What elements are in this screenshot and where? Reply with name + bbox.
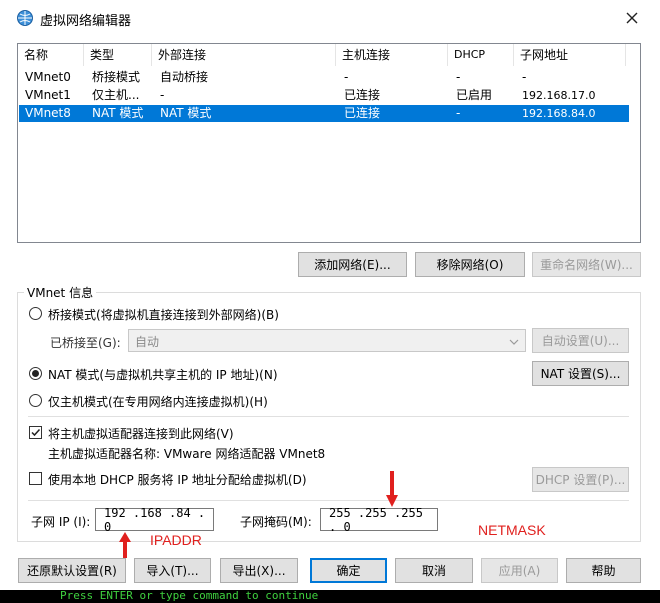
cell-external: 自动桥接 [160, 70, 209, 84]
cell-name: VMnet1 [25, 88, 71, 102]
cell-host: 已连接 [344, 106, 381, 120]
subnet-ip-field[interactable]: 192 .168 .84 . 0 [95, 506, 214, 534]
terminal-prompt: Press ENTER or type command to continue [60, 590, 319, 602]
add-network-button[interactable]: 添加网络(E)... [298, 252, 407, 277]
host-only-label[interactable]: 仅主机模式(在专用网络内连接虚拟机)(H) [48, 393, 268, 410]
subnet-mask-field[interactable]: 255 .255 .255 . 0 [320, 506, 438, 534]
cell-dhcp: - [456, 106, 461, 120]
cell-name: VMnet8 [25, 106, 71, 120]
restore-defaults-button[interactable]: 还原默认设置(R) [18, 558, 126, 583]
bridged-to-label: 已桥接至(G): [50, 336, 121, 350]
subnet-ip-label: 子网 IP (I): [31, 515, 91, 529]
dhcp-settings-button[interactable]: DHCP 设置(P)... [532, 467, 629, 492]
netmask-arrow [386, 471, 398, 507]
chevron-down-icon [509, 336, 519, 346]
subnet-mask-label: 子网掩码(M): [240, 515, 312, 529]
help-button[interactable]: 帮助 [566, 558, 641, 583]
cancel-button[interactable]: 取消 [395, 558, 473, 583]
cell-subnet: 192.168.17.0 [522, 89, 596, 102]
use-dhcp-label[interactable]: 使用本地 DHCP 服务将 IP 地址分配给虚拟机(D) [48, 471, 307, 488]
column-header-name[interactable]: 名称 [18, 44, 84, 66]
cell-type: NAT 模式 [92, 106, 144, 120]
cell-dhcp: - [456, 70, 461, 84]
cell-subnet: 192.168.84.0 [522, 107, 596, 120]
table-row-selected[interactable]: VMnet8 NAT 模式 NAT 模式 已连接 - 192.168.84.0 [19, 105, 629, 122]
table-row[interactable]: VMnet1 仅主机... - 已连接 已启用 192.168.17.0 [19, 87, 629, 104]
nat-settings-button[interactable]: NAT 设置(S)... [532, 361, 629, 386]
column-header-external[interactable]: 外部连接 [152, 44, 336, 66]
netmask-annotation: NETMASK [478, 522, 546, 538]
column-header-host[interactable]: 主机连接 [336, 44, 448, 66]
nat-radio[interactable] [29, 367, 42, 380]
rename-network-button[interactable]: 重命名网络(W)... [532, 252, 641, 277]
column-header-subnet[interactable]: 子网地址 [514, 44, 626, 66]
table-row[interactable]: VMnet0 桥接模式 自动桥接 - - - [19, 69, 629, 86]
cell-type: 桥接模式 [92, 70, 141, 84]
network-list[interactable]: 名称 类型 外部连接 主机连接 DHCP 子网地址 VMnet0 桥接模式 自动… [17, 43, 641, 243]
ipaddr-arrow [119, 532, 131, 558]
cell-external: - [160, 88, 165, 102]
connect-adapter-label[interactable]: 将主机虚拟适配器连接到此网络(V) [48, 425, 234, 442]
auto-settings-button[interactable]: 自动设置(U)... [532, 328, 629, 353]
ipaddr-annotation: IPADDR [150, 532, 202, 548]
vmnet-info-title: VMnet 信息 [24, 284, 97, 301]
use-dhcp-checkbox[interactable] [29, 472, 42, 485]
cell-type: 仅主机... [92, 88, 140, 102]
title-bar: 虚拟网络编辑器 [0, 0, 660, 36]
host-only-radio[interactable] [29, 394, 42, 407]
list-header: 名称 类型 外部连接 主机连接 DHCP 子网地址 [18, 44, 640, 66]
ok-button[interactable]: 确定 [310, 558, 387, 583]
cell-dhcp: 已启用 [456, 88, 493, 102]
bridged-radio[interactable] [29, 307, 42, 320]
apply-button[interactable]: 应用(A) [481, 558, 558, 583]
checkmark-icon [31, 428, 41, 437]
terminal-background: Press ENTER or type command to continue [0, 590, 660, 603]
remove-network-button[interactable]: 移除网络(O) [415, 252, 525, 277]
cell-host: 已连接 [344, 88, 381, 102]
export-button[interactable]: 导出(X)... [220, 558, 298, 583]
nat-label[interactable]: NAT 模式(与虚拟机共享主机的 IP 地址)(N) [48, 366, 278, 383]
column-header-dhcp[interactable]: DHCP [448, 44, 514, 66]
import-button[interactable]: 导入(T)... [134, 558, 211, 583]
connect-adapter-checkbox[interactable] [29, 426, 42, 439]
cell-external: NAT 模式 [160, 106, 212, 120]
divider [28, 416, 629, 417]
divider [28, 500, 629, 501]
window-title: 虚拟网络编辑器 [40, 14, 132, 29]
bridged-to-select[interactable]: 自动 [128, 329, 526, 352]
adapter-name-text: 主机虚拟适配器名称: VMware 网络适配器 VMnet8 [48, 447, 326, 461]
app-icon [16, 9, 34, 27]
cell-name: VMnet0 [25, 70, 71, 84]
bridged-to-value: 自动 [135, 335, 160, 349]
column-header-type[interactable]: 类型 [84, 44, 152, 66]
cell-subnet: - [522, 70, 527, 84]
close-icon[interactable] [622, 8, 642, 28]
bridged-label[interactable]: 桥接模式(将虚拟机直接连接到外部网络)(B) [48, 306, 279, 323]
cell-host: - [344, 70, 349, 84]
